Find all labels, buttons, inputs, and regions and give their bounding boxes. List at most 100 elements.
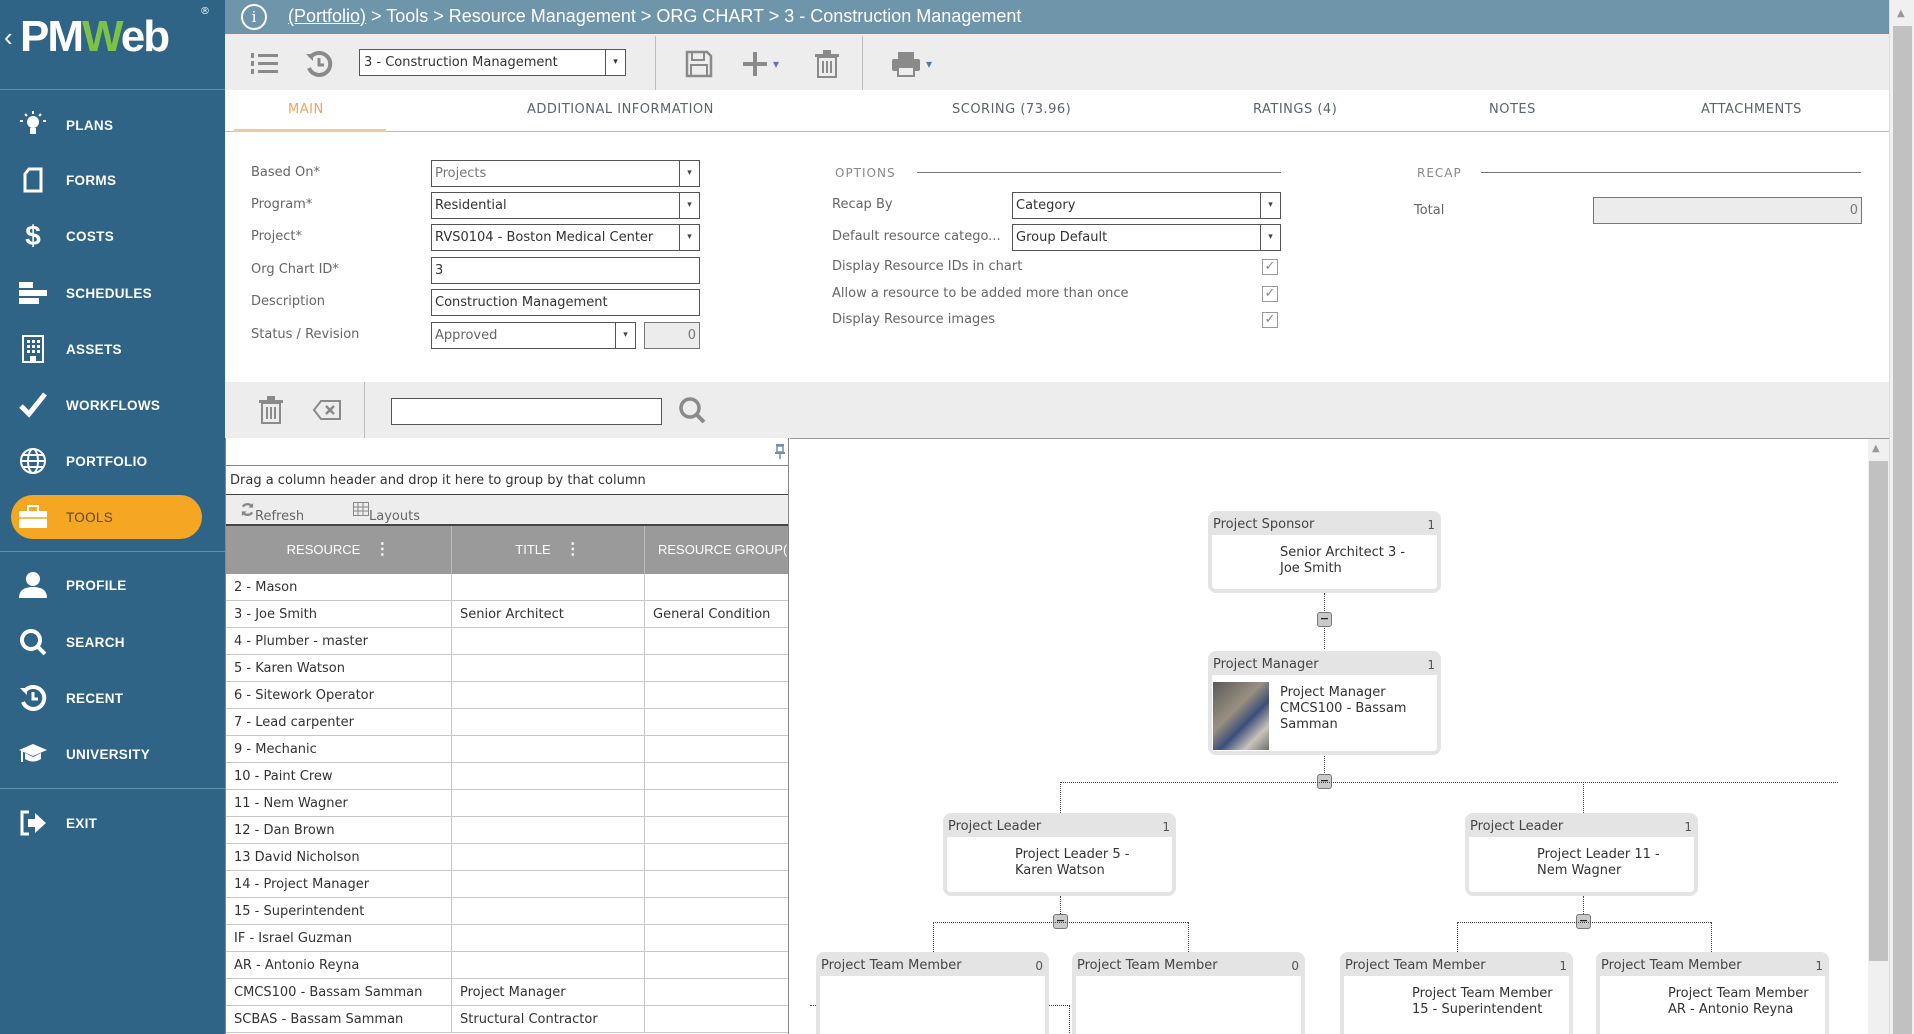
record-select[interactable]: 3 - Construction Management ▾ <box>359 49 626 76</box>
sidebar-item-forms[interactable]: FORMS <box>0 158 225 202</box>
org-node-team-member-1[interactable]: Project Team Member 0 <box>816 952 1049 1034</box>
table-row[interactable]: 6 - Sitework Operator <box>226 682 788 709</box>
sidebar-item-search[interactable]: SEARCH <box>0 620 225 664</box>
table-row[interactable]: 14 - Project Manager <box>226 871 788 898</box>
sidebar-item-workflows[interactable]: WORKFLOWS <box>0 383 225 427</box>
default-category-label: Default resource catego... <box>832 229 1001 244</box>
column-menu-icon[interactable]: ⋮ <box>565 541 581 558</box>
table-row[interactable]: 5 - Karen Watson <box>226 655 788 682</box>
org-node-line: Nem Wagner <box>1537 863 1622 878</box>
sidebar-item-assets[interactable]: ASSETS <box>0 327 225 371</box>
refresh-button[interactable]: Refresh <box>240 502 304 524</box>
add-dropdown-button[interactable]: ▾ <box>766 48 786 80</box>
grid-search-button[interactable] <box>676 394 708 426</box>
info-icon[interactable]: i <box>241 4 267 30</box>
history-button[interactable] <box>303 48 335 80</box>
sidebar-item-schedules[interactable]: SCHEDULES <box>0 271 225 315</box>
grid-search-input[interactable] <box>391 398 662 425</box>
print-dropdown-button[interactable]: ▾ <box>919 48 939 80</box>
status-revision-label: Status / Revision <box>251 327 360 342</box>
org-node-line: Project Manager <box>1280 685 1386 700</box>
toolbox-icon <box>18 502 48 532</box>
connector-line <box>1457 922 1711 923</box>
table-row[interactable]: 2 - Mason <box>226 574 788 601</box>
page-scrollbar[interactable]: ▲ <box>1889 0 1914 1034</box>
sidebar-item-recent[interactable]: RECENT <box>0 676 225 720</box>
scrollbar-thumb[interactable] <box>1893 26 1912 1034</box>
org-node-project-manager[interactable]: Project Manager 1 Project Manager CMCS100 … <box>1208 651 1441 755</box>
collapse-toggle-sponsor[interactable]: − <box>1317 612 1332 627</box>
table-row[interactable]: 15 - Superintendent <box>226 898 788 925</box>
display-resource-ids-checkbox[interactable]: ✓ <box>1262 259 1278 275</box>
clear-button[interactable] <box>311 394 343 426</box>
table-row[interactable]: SCBAS - Bassam Samman Structural Contract… <box>226 1006 788 1033</box>
table-row[interactable]: 7 - Lead carpenter <box>226 709 788 736</box>
column-header-resource[interactable]: RESOURCE ⋮ <box>226 526 452 574</box>
tab-additional-information[interactable]: ADDITIONAL INFORMATION <box>527 102 714 117</box>
tab-ratings[interactable]: RATINGS (4) <box>1253 102 1337 117</box>
table-row[interactable]: 10 - Paint Crew <box>226 763 788 790</box>
search-icon <box>679 397 706 424</box>
breadcrumb-portfolio-link[interactable]: (Portfolio) <box>288 6 366 26</box>
scroll-up-arrow-icon[interactable]: ▲ <box>1897 8 1905 19</box>
table-row[interactable]: 4 - Plumber - master <box>226 628 788 655</box>
column-menu-icon[interactable]: ⋮ <box>374 541 390 558</box>
table-row[interactable]: 9 - Mechanic <box>226 736 788 763</box>
org-node-team-member-4[interactable]: Project Team Member 1 Project Team Member… <box>1596 952 1829 1034</box>
sidebar-item-profile[interactable]: PROFILE <box>0 563 225 607</box>
scroll-up-arrow-icon[interactable]: ▲ <box>1872 443 1880 454</box>
tab-main[interactable]: MAIN <box>288 102 324 117</box>
based-on-select[interactable]: Projects ▾ <box>431 160 700 187</box>
group-by-drop-area[interactable]: Drag a column header and drop it here to… <box>226 467 788 495</box>
table-row[interactable]: CMCS100 - Bassam Samman Project Manager <box>226 979 788 1006</box>
table-row[interactable]: 13 David Nicholson <box>226 844 788 871</box>
tab-attachments[interactable]: ATTACHMENTS <box>1701 102 1802 117</box>
cell-resource: 9 - Mechanic <box>226 736 452 763</box>
table-row[interactable]: AR - Antonio Reyna <box>226 952 788 979</box>
layouts-label: Layouts <box>369 509 420 524</box>
column-header-title[interactable]: TITLE ⋮ <box>452 526 645 574</box>
org-node-team-member-2[interactable]: Project Team Member 0 <box>1072 952 1305 1034</box>
org-chart-id-input[interactable]: 3 <box>431 257 700 284</box>
org-node-project-sponsor[interactable]: Project Sponsor 1 Senior Architect 3 - Joe… <box>1208 511 1441 593</box>
table-row[interactable]: 12 - Dan Brown <box>226 817 788 844</box>
print-button[interactable] <box>890 48 922 80</box>
gantt-bars-icon <box>18 278 48 308</box>
allow-multiple-checkbox[interactable]: ✓ <box>1262 286 1278 302</box>
description-input[interactable]: Construction Management <box>431 289 700 316</box>
status-select[interactable]: Approved ▾ <box>431 322 636 349</box>
sidebar-item-university[interactable]: UNIVERSITY <box>0 732 225 776</box>
save-button[interactable] <box>683 48 715 80</box>
grid-delete-button[interactable] <box>255 394 287 426</box>
pin-icon[interactable] <box>774 443 786 463</box>
default-category-select[interactable]: Group Default ▾ <box>1012 224 1281 251</box>
tab-notes[interactable]: NOTES <box>1489 102 1536 117</box>
numbered-list-button[interactable] <box>248 48 280 80</box>
sidebar-item-costs[interactable]: $ COSTS <box>0 214 225 258</box>
resource-photo <box>1213 682 1269 750</box>
program-value: Residential <box>435 198 507 213</box>
org-node-project-leader-left[interactable]: Project Leader 1 Project Leader 5 - Karen … <box>943 813 1176 896</box>
table-row[interactable]: 3 - Joe Smith Senior Architect General Con… <box>226 601 788 628</box>
display-images-checkbox[interactable]: ✓ <box>1262 312 1278 328</box>
table-row[interactable]: 11 - Nem Wagner <box>226 790 788 817</box>
tab-scoring[interactable]: SCORING (73.96) <box>952 102 1071 117</box>
pmweb-logo[interactable]: ‹ PMWeb ® <box>0 0 225 90</box>
table-row[interactable]: IF - Israel Guzman <box>226 925 788 952</box>
sidebar-item-exit[interactable]: EXIT <box>0 801 225 845</box>
org-node-project-leader-right[interactable]: Project Leader 1 Project Leader 11 - Nem W… <box>1465 813 1698 896</box>
org-chart-scrollbar[interactable]: ▲ <box>1868 439 1889 1034</box>
program-select[interactable]: Residential ▾ <box>431 192 700 219</box>
column-header-resource-groups[interactable]: RESOURCE GROUP(S) <box>645 526 788 574</box>
project-select[interactable]: RVS0104 - Boston Medical Center ▾ <box>431 224 700 251</box>
delete-button[interactable] <box>811 48 843 80</box>
chevron-down-icon[interactable]: ▾ <box>605 50 625 75</box>
sidebar-item-label: TOOLS <box>66 509 114 525</box>
recap-by-select[interactable]: Category ▾ <box>1012 192 1281 219</box>
sidebar-item-plans[interactable]: PLANS <box>0 103 225 147</box>
scrollbar-thumb[interactable] <box>1869 461 1888 961</box>
sidebar-item-tools[interactable]: TOOLS <box>11 495 202 539</box>
layouts-button[interactable]: Layouts <box>353 502 420 524</box>
sidebar-item-portfolio[interactable]: PORTFOLIO <box>0 439 225 483</box>
org-node-team-member-3[interactable]: Project Team Member 1 Project Team Member… <box>1340 952 1573 1034</box>
